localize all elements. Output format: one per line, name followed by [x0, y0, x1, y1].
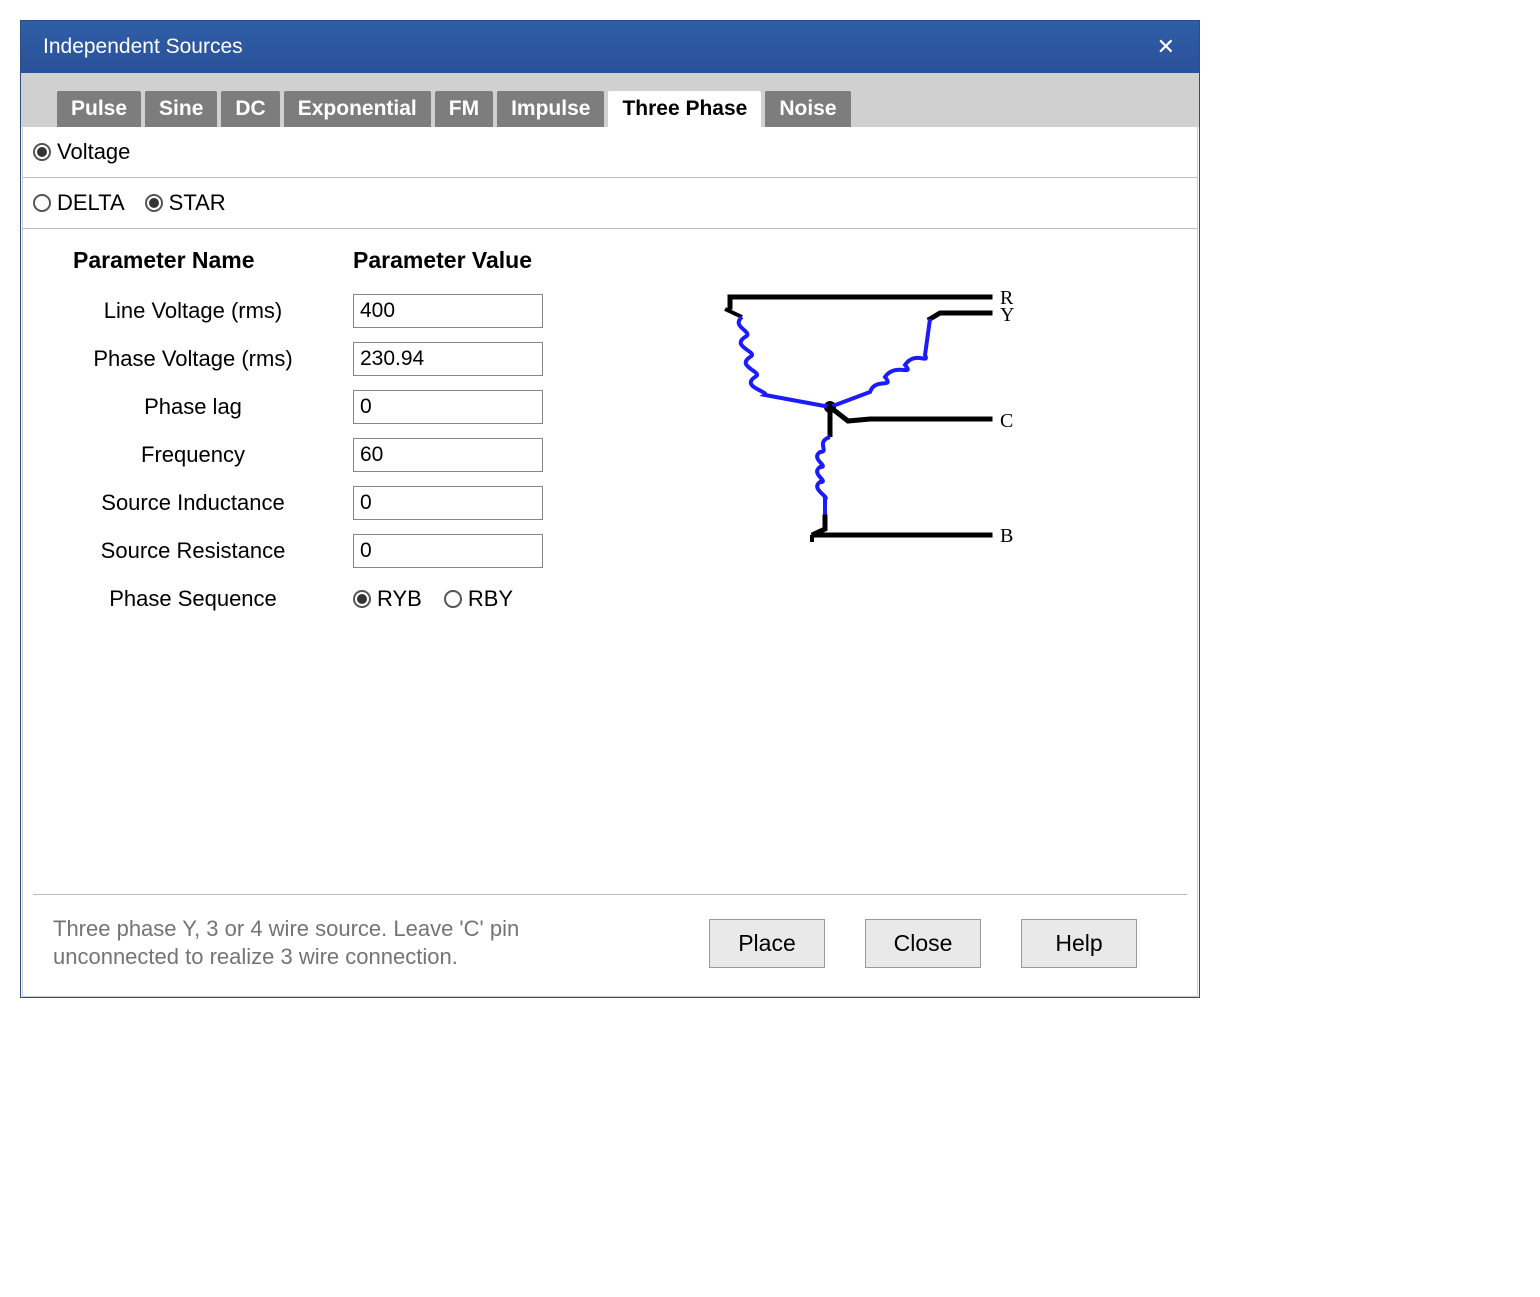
help-button[interactable]: Help: [1021, 919, 1137, 968]
col-header-name: Parameter Name: [73, 247, 313, 274]
star-diagram: R Y C B: [543, 247, 1167, 876]
window-title: Independent Sources: [43, 35, 243, 59]
params-area: Parameter Name Parameter Value Line Volt…: [23, 229, 1197, 894]
topology-row: DELTA STAR: [23, 178, 1197, 229]
radio-icon: [33, 194, 51, 212]
radio-icon: [145, 194, 163, 212]
ryb-radio[interactable]: RYB: [353, 586, 422, 612]
footer-buttons: Place Close Help: [709, 919, 1137, 968]
param-label: Phase Voltage (rms): [73, 346, 313, 372]
frequency-input[interactable]: [353, 438, 543, 472]
param-label: Line Voltage (rms): [73, 298, 313, 324]
tab-exponential[interactable]: Exponential: [284, 91, 431, 127]
star-radio[interactable]: STAR: [145, 190, 226, 216]
independent-sources-dialog: Independent Sources ✕ Pulse Sine DC Expo…: [20, 20, 1200, 998]
diagram-label-b: B: [1000, 525, 1013, 547]
star-label: STAR: [169, 190, 226, 216]
tab-noise[interactable]: Noise: [765, 91, 850, 127]
radio-icon: [353, 590, 371, 608]
place-button[interactable]: Place: [709, 919, 825, 968]
star-diagram-svg: R Y C B: [670, 277, 1040, 567]
phase-voltage-input[interactable]: [353, 342, 543, 376]
param-label: Source Inductance: [73, 490, 313, 516]
tab-pulse[interactable]: Pulse: [57, 91, 141, 127]
voltage-radio[interactable]: Voltage: [33, 139, 130, 165]
tab-dc[interactable]: DC: [221, 91, 279, 127]
source-inductance-input[interactable]: [353, 486, 543, 520]
phase-lag-input[interactable]: [353, 390, 543, 424]
col-header-value: Parameter Value: [353, 247, 543, 274]
tab-strip: Pulse Sine DC Exponential FM Impulse Thr…: [21, 73, 1199, 127]
radio-icon: [33, 143, 51, 161]
content-panel: Voltage DELTA STAR Parameter Name Parame…: [22, 127, 1198, 997]
ryb-label: RYB: [377, 586, 422, 612]
tab-fm[interactable]: FM: [435, 91, 493, 127]
rby-label: RBY: [468, 586, 513, 612]
title-bar: Independent Sources ✕: [21, 21, 1199, 73]
param-label: Frequency: [73, 442, 313, 468]
tab-impulse[interactable]: Impulse: [497, 91, 604, 127]
delta-radio[interactable]: DELTA: [33, 190, 125, 216]
param-table: Parameter Name Parameter Value Line Volt…: [73, 247, 543, 876]
source-resistance-input[interactable]: [353, 534, 543, 568]
close-button[interactable]: Close: [865, 919, 981, 968]
source-type-row: Voltage: [23, 127, 1197, 178]
voltage-label: Voltage: [57, 139, 130, 165]
phase-sequence-group: RYB RBY: [353, 582, 543, 616]
diagram-label-c: C: [1000, 410, 1013, 432]
tab-sine[interactable]: Sine: [145, 91, 217, 127]
param-label: Phase lag: [73, 394, 313, 420]
footer-help-text: Three phase Y, 3 or 4 wire source. Leave…: [53, 915, 533, 972]
diagram-label-y: Y: [1000, 304, 1014, 326]
tab-three-phase[interactable]: Three Phase: [608, 91, 761, 127]
rby-radio[interactable]: RBY: [444, 586, 513, 612]
delta-label: DELTA: [57, 190, 125, 216]
radio-icon: [444, 590, 462, 608]
param-label: Source Resistance: [73, 538, 313, 564]
param-label: Phase Sequence: [73, 586, 313, 612]
line-voltage-input[interactable]: [353, 294, 543, 328]
footer: Three phase Y, 3 or 4 wire source. Leave…: [23, 895, 1197, 996]
close-icon[interactable]: ✕: [1149, 30, 1183, 64]
